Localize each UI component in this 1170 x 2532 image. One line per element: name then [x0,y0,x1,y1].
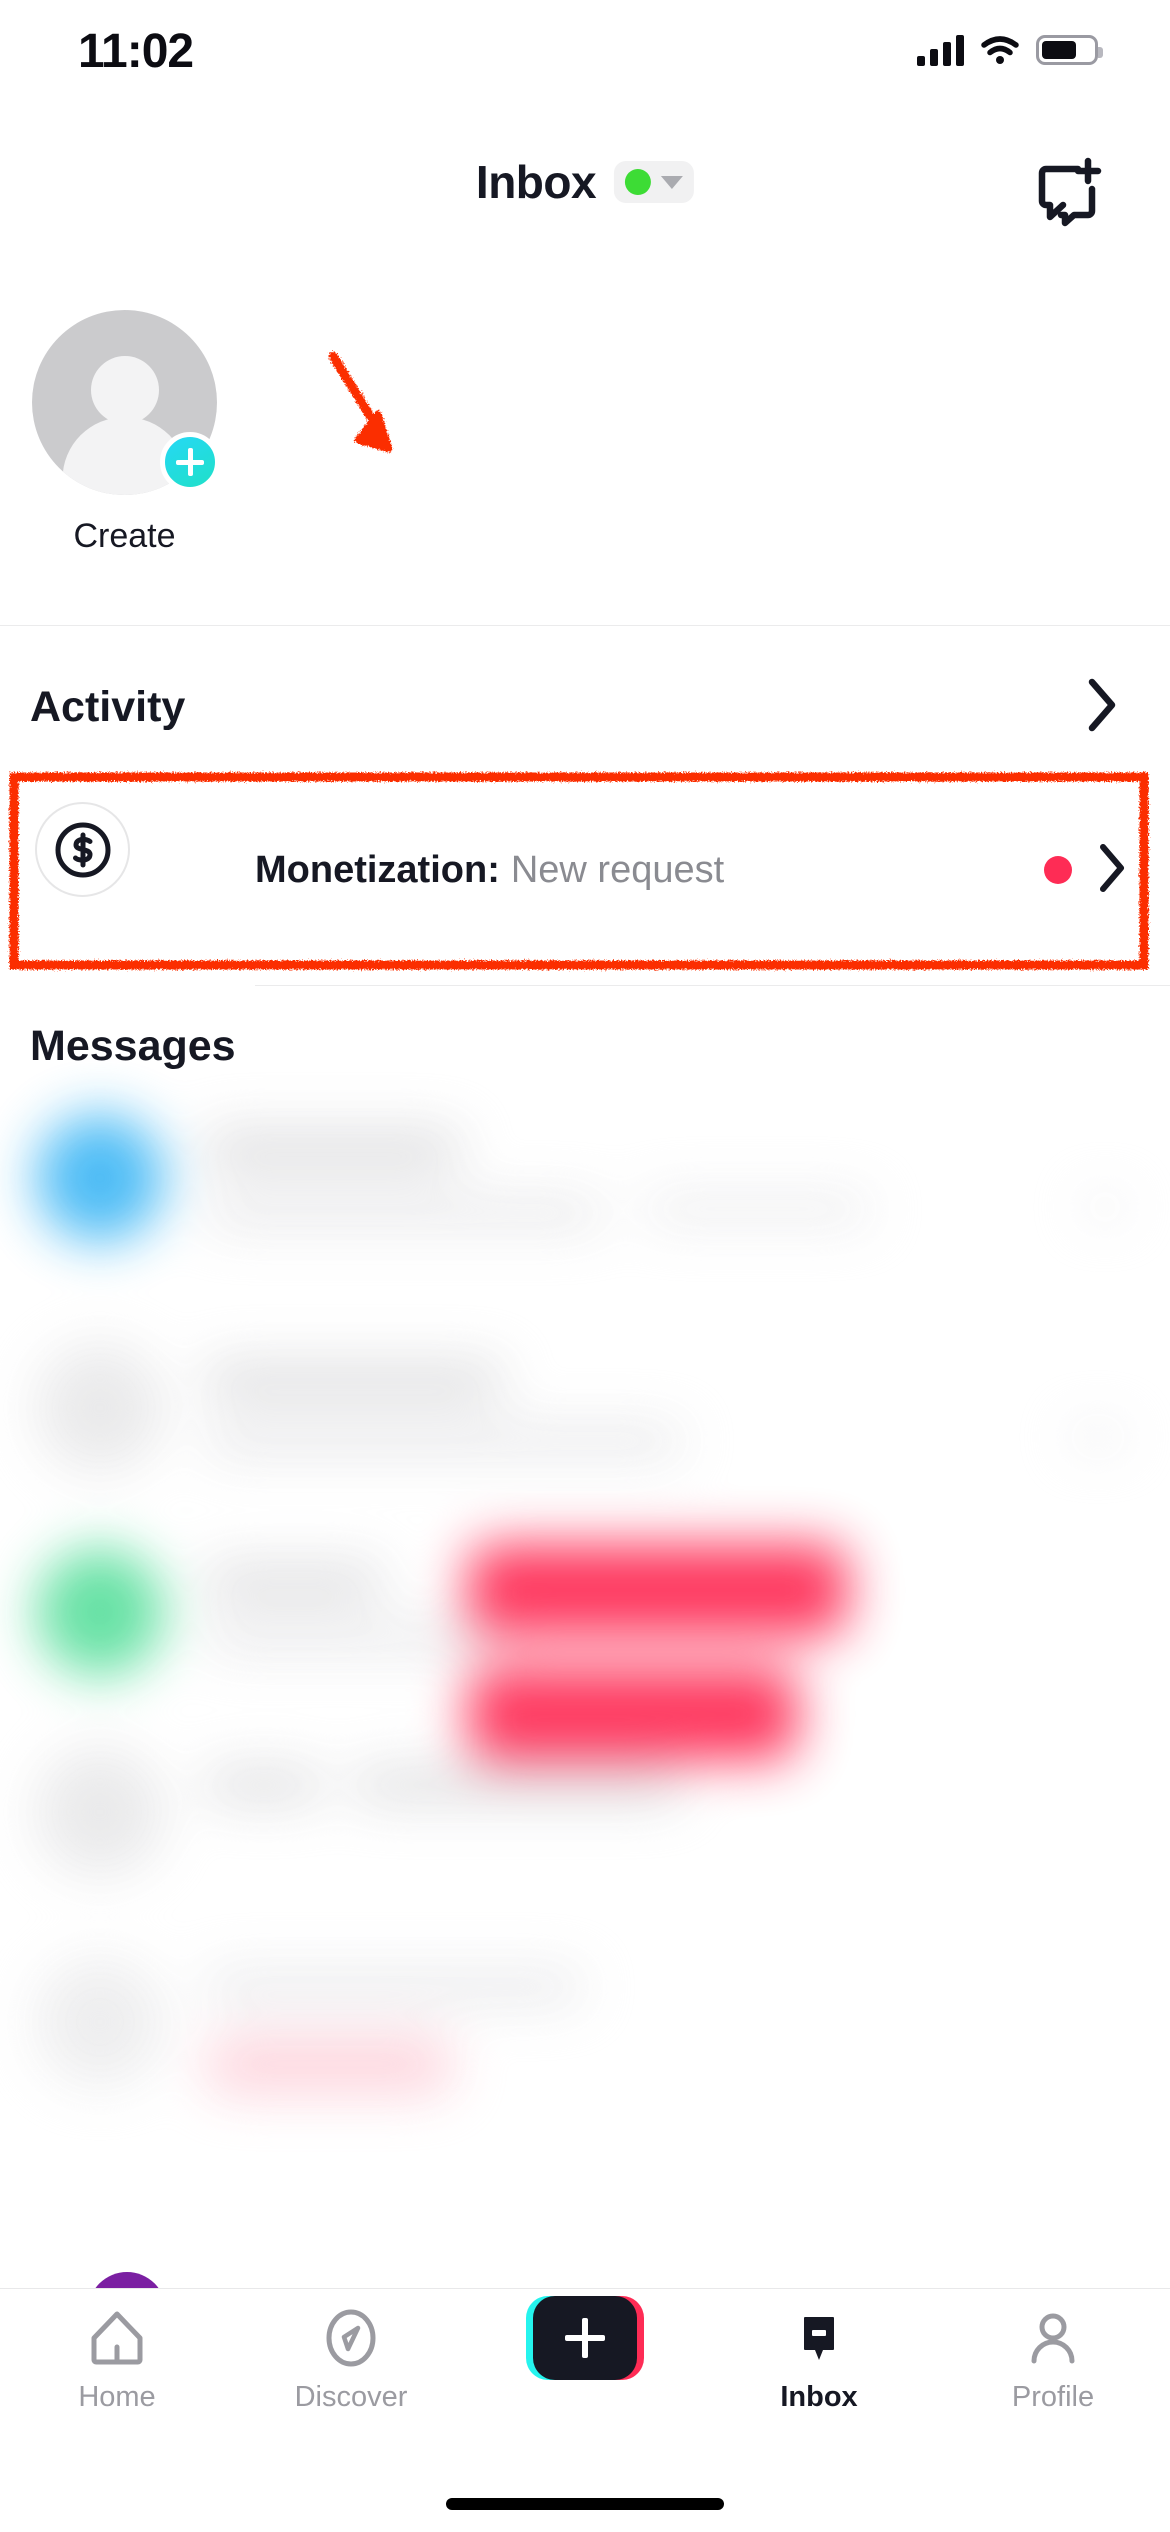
list-item-title [204,1130,462,1170]
online-status-selector[interactable] [614,161,695,203]
nav-item-create[interactable] [468,2296,702,2381]
nav-label-home: Home [78,2381,156,2413]
list-item-avatar [36,1958,164,2086]
home-icon [86,2307,148,2369]
monetization-row[interactable]: Monetization: New request [0,790,1170,950]
home-indicator-bar [446,2498,724,2510]
nav-item-profile[interactable]: Profile [936,2307,1170,2414]
phone-screen: 11:02 Inbox Create Activity Monetization… [0,0,1170,2532]
divider [255,985,1170,986]
activity-row[interactable]: Activity [0,660,1170,755]
messages-heading: Messages [30,1022,236,1070]
nav-item-inbox[interactable]: Inbox [702,2307,936,2414]
dollar-circle-icon [35,802,130,897]
list-item-preview [204,1426,684,1456]
activity-label: Activity [30,683,186,731]
monetization-trailing [1044,840,1130,901]
nav-label-discover: Discover [294,2381,408,2413]
status-bar-indicators [917,34,1103,66]
page-title: Inbox [475,156,597,208]
message-list[interactable] [22,1108,1138,2198]
page-header: Inbox [0,155,1170,250]
list-item-time [1082,1196,1128,1218]
status-bar-time: 11:02 [78,25,194,78]
list-item-preview [204,1198,604,1228]
nav-item-discover[interactable]: Discover [234,2307,468,2414]
inbox-icon [788,2307,850,2369]
list-item-time [1068,1426,1128,1448]
avatar [32,310,220,495]
list-item-action-button[interactable] [468,1544,848,1636]
list-item-preview [204,1624,504,1652]
create-label: Create [73,517,176,555]
monetization-label: Monetization: [255,848,500,891]
new-message-button[interactable] [1030,155,1108,238]
monetization-subtitle: New request [510,848,725,891]
nav-item-home[interactable]: Home [0,2307,234,2414]
list-item-action-button[interactable] [204,2036,454,2094]
status-bar: 11:02 [0,0,1170,120]
inbox-title-group[interactable]: Inbox [475,155,695,209]
chevron-right-icon [1094,840,1130,901]
unread-badge-dot [1044,856,1072,884]
divider [0,625,1170,626]
plus-icon [160,432,220,492]
list-item-avatar [36,1344,164,1472]
list-item-preview [352,1768,682,1802]
list-item-title [204,1362,504,1400]
create-plus-icon[interactable] [526,2296,644,2380]
wifi-icon [980,35,1020,65]
cellular-signal-icon [917,34,964,66]
nav-label-inbox: Inbox [780,2381,858,2413]
list-item-action-button[interactable] [468,1668,798,1760]
list-item-avatar [36,1548,164,1676]
monetization-text: Monetization: New request [255,849,724,892]
create-shortcut-row: Create [0,310,1170,580]
list-item-title [204,1970,584,2004]
list-item-title [204,1768,324,1802]
new-message-icon [1038,157,1102,227]
list-item-avatar [36,1748,164,1876]
list-item-avatar [36,1114,164,1242]
online-status-dot [625,169,652,195]
chevron-down-icon [661,175,684,189]
list-item-preview [642,1194,872,1224]
compass-icon [320,2307,382,2369]
chevron-right-icon [1082,674,1122,741]
person-icon [1022,2307,1084,2369]
bottom-navigation: Home Discover Inbox Profile [0,2289,1170,2464]
nav-label-profile: Profile [1011,2381,1095,2413]
battery-icon [1036,35,1103,65]
create-button[interactable]: Create [32,310,220,556]
list-item-title [204,1564,384,1600]
